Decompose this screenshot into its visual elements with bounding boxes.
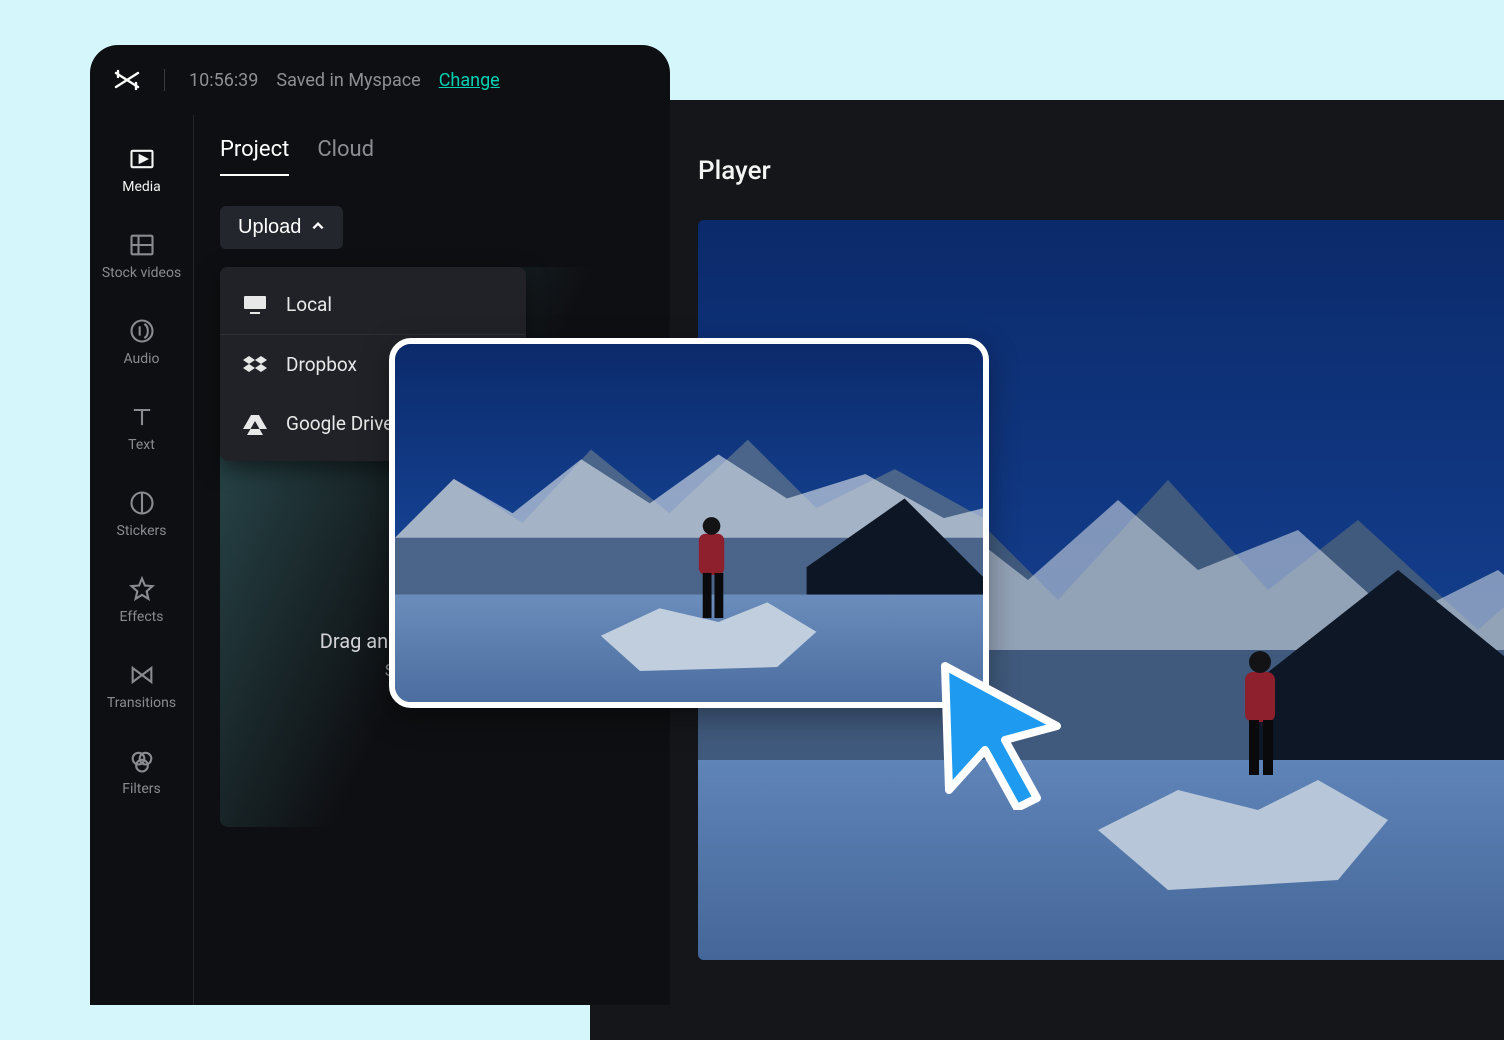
stickers-icon (128, 489, 156, 517)
sidebar-item-label: Text (128, 437, 155, 453)
upload-option-label: Local (286, 293, 332, 316)
gdrive-icon (242, 413, 268, 435)
sidebar-item-transitions[interactable]: Transitions (90, 661, 193, 711)
save-status: Saved in Myspace (276, 70, 420, 91)
desktop-icon (242, 294, 268, 316)
sidebar-item-label: Transitions (107, 695, 176, 711)
change-link[interactable]: Change (439, 70, 500, 91)
upload-option-label: Dropbox (286, 353, 357, 376)
cursor-icon (925, 650, 1085, 810)
upload-button[interactable]: Upload (220, 206, 343, 249)
upload-button-label: Upload (238, 216, 301, 239)
sidebar-item-label: Media (122, 179, 161, 195)
sidebar-item-label: Effects (120, 609, 164, 625)
sidebar-item-effects[interactable]: Effects (90, 575, 193, 625)
stock-icon (128, 231, 156, 259)
sidebar: Media Stock videos Audio Text (90, 115, 194, 1005)
sidebar-item-text[interactable]: Text (90, 403, 193, 453)
transitions-icon (128, 661, 156, 689)
sidebar-item-stickers[interactable]: Stickers (90, 489, 193, 539)
text-icon (128, 403, 156, 431)
tab-project[interactable]: Project (220, 137, 289, 176)
chevron-up-icon (311, 216, 325, 239)
save-timestamp: 10:56:39 (189, 70, 258, 91)
sidebar-item-label: Audio (123, 351, 159, 367)
sidebar-item-stock[interactable]: Stock videos (90, 231, 193, 281)
sidebar-item-label: Filters (122, 781, 161, 797)
tab-cloud[interactable]: Cloud (317, 137, 374, 176)
sidebar-item-filters[interactable]: Filters (90, 747, 193, 797)
app-logo-icon (114, 69, 140, 91)
dropbox-icon (242, 354, 268, 376)
separator (164, 69, 165, 91)
panel-tabs: Project Cloud (220, 137, 644, 176)
effects-icon (128, 575, 156, 603)
player-title: Player (698, 156, 1504, 186)
audio-icon (128, 317, 156, 345)
sidebar-item-label: Stickers (117, 523, 167, 539)
sidebar-item-label: Stock videos (102, 265, 181, 281)
sidebar-item-audio[interactable]: Audio (90, 317, 193, 367)
upload-option-local[interactable]: Local (220, 275, 526, 334)
top-bar: 10:56:39 Saved in Myspace Change (90, 45, 670, 115)
filters-icon (128, 747, 156, 775)
media-icon (128, 145, 156, 173)
dragged-media-thumbnail[interactable] (389, 338, 989, 708)
sidebar-item-media[interactable]: Media (90, 145, 193, 195)
upload-option-label: Google Drive (286, 412, 393, 435)
